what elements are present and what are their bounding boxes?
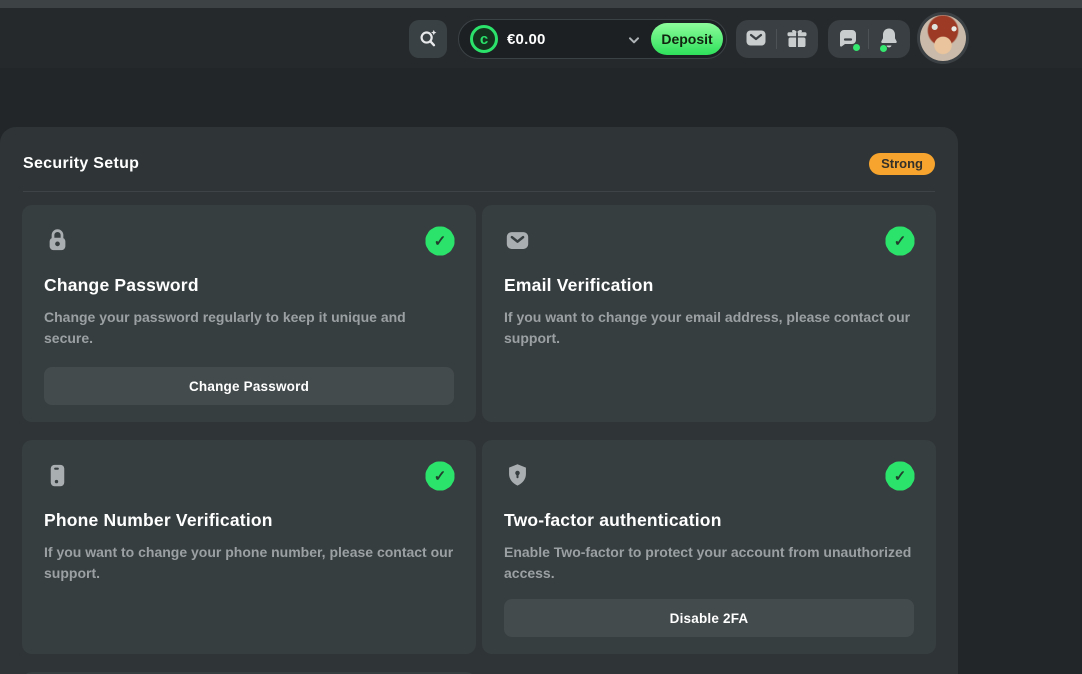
search-sparkle-icon xyxy=(417,27,439,52)
bell-button[interactable] xyxy=(869,20,909,58)
card-top-row xyxy=(504,227,914,259)
card-title: Email Verification xyxy=(504,275,914,296)
password-strength-badge: Strong xyxy=(869,153,935,175)
phone-icon xyxy=(44,462,71,494)
mail-icon xyxy=(744,26,768,53)
verified-badge-icon xyxy=(886,462,914,490)
chat-button[interactable] xyxy=(828,20,868,58)
verified-badge-icon xyxy=(426,462,454,490)
card-title: Phone Number Verification xyxy=(44,510,454,531)
gift-icon xyxy=(785,26,809,53)
balance-text: €0.00 xyxy=(507,31,546,48)
card-title: Change Password xyxy=(44,275,454,296)
change-password-card: Change Password Change your password reg… xyxy=(22,205,476,422)
top-navigation: c €0.00 Deposit xyxy=(0,8,1082,68)
mail-gift-group xyxy=(736,20,818,58)
email-verification-card: Email Verification If you want to change… xyxy=(482,205,936,422)
search-button[interactable] xyxy=(409,20,447,58)
panel-header: Security Setup Strong xyxy=(0,127,958,175)
card-description: Change your password regularly to keep i… xyxy=(44,307,454,349)
card-description: Enable Two-factor to protect your accoun… xyxy=(504,542,914,584)
top-strip xyxy=(0,0,1082,8)
mail-icon xyxy=(504,227,531,259)
security-page: c €0.00 Deposit xyxy=(0,0,1082,674)
chat-bell-group xyxy=(828,20,910,58)
verified-badge-icon xyxy=(426,227,454,255)
chevron-down-icon xyxy=(626,32,642,53)
verified-badge-icon xyxy=(886,227,914,255)
wallet-selector[interactable]: c €0.00 Deposit xyxy=(458,19,727,59)
card-top-row xyxy=(504,462,914,494)
card-top-row xyxy=(44,462,454,494)
card-top-row xyxy=(44,227,454,259)
security-setup-panel: Security Setup Strong xyxy=(0,127,958,674)
gift-button[interactable] xyxy=(777,20,817,58)
change-password-button[interactable]: Change Password xyxy=(44,367,454,405)
chat-unread-dot xyxy=(853,44,860,51)
card-description: If you want to change your phone number,… xyxy=(44,542,454,584)
mail-button[interactable] xyxy=(736,20,776,58)
disable-2fa-button[interactable]: Disable 2FA xyxy=(504,599,914,637)
shield-keyhole-icon xyxy=(504,462,531,494)
lock-icon xyxy=(44,227,71,259)
card-description: If you want to change your email address… xyxy=(504,307,914,349)
bell-unread-dot xyxy=(880,45,887,52)
two-factor-card: Two-factor authentication Enable Two-fac… xyxy=(482,440,936,654)
deposit-button[interactable]: Deposit xyxy=(651,23,723,55)
page-title: Security Setup xyxy=(23,155,139,173)
coin-icon: c xyxy=(470,25,498,53)
security-cards-grid: Change Password Change your password reg… xyxy=(22,205,958,674)
avatar[interactable] xyxy=(920,15,966,61)
card-title: Two-factor authentication xyxy=(504,510,914,531)
header-divider xyxy=(23,191,935,192)
phone-verification-card: Phone Number Verification If you want to… xyxy=(22,440,476,654)
